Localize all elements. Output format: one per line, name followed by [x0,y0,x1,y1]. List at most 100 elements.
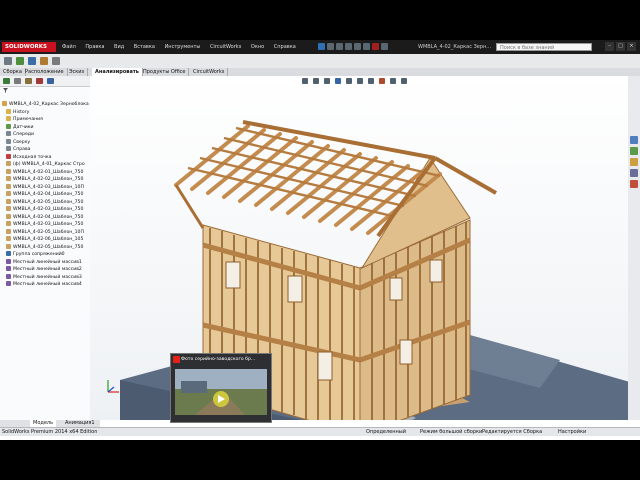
appearances-icon[interactable] [630,180,638,188]
menu-view[interactable]: Вид [114,44,124,50]
menu-tools[interactable]: Инструменты [165,44,201,50]
maximize-button[interactable]: □ [616,42,625,51]
tab-sketch[interactable]: Эскиз [66,68,89,76]
undo-icon[interactable] [354,43,361,50]
design-library-icon[interactable] [630,147,638,155]
settings-label[interactable]: Настройки [558,428,586,436]
tree-item[interactable]: WMBLA_4-02-04_Шаблон_750 [2,191,90,199]
solidworks-logo[interactable]: SOLIDWORKS [2,42,56,52]
tree-item[interactable]: WMBLA_4-02-02_Шаблон_750 [2,176,90,184]
move-component-icon[interactable] [52,57,60,65]
tree-item-label: WMBLA_4-02-06_Шаблон_105 [13,237,84,242]
tree-item[interactable]: Группа сопряжений0 [2,251,90,259]
part-icon [6,236,11,241]
part-icon [6,198,11,204]
tab-model[interactable]: Модель [30,420,57,427]
print-icon[interactable] [345,43,352,50]
display-manager-icon[interactable] [47,78,54,84]
video-title[interactable]: Фото серийно-заводского бр... [171,354,271,365]
command-manager-toolbar [0,54,640,69]
close-button[interactable]: × [627,42,636,51]
editing-status: Редактируется Сборка [482,429,543,435]
select-icon[interactable] [363,43,370,50]
open-icon[interactable] [327,43,334,50]
tree-item-label: Местный линейный массив4 [13,282,82,287]
video-popup[interactable]: Фото серийно-заводского бр... [170,353,272,423]
tree-item[interactable]: WMBLA_4-02-01_Шаблон_750 [2,168,90,177]
tree-item[interactable]: Местный линейный массив1 [2,258,90,267]
feature-tree-icon[interactable] [3,78,10,84]
feature-manager-panel: WMBLA_4-02_Каркас Зерноблока History Прим… [0,76,91,420]
tab-animation[interactable]: Анимация1 [62,420,98,427]
plane-icon [6,146,11,151]
tab-office-products[interactable]: Продукты Office [140,68,190,76]
tree-item[interactable]: Сверху [2,138,90,147]
tab-circuitworks[interactable]: CircuitWorks [190,68,229,76]
view-palette-icon[interactable] [630,169,638,177]
video-thumbnail[interactable] [175,369,267,415]
sensor-icon [6,123,11,129]
tree-item[interactable]: Местный линейный массив2 [2,266,90,274]
resources-icon[interactable] [630,136,638,144]
options-icon[interactable] [381,43,388,50]
menu-edit[interactable]: Правка [85,44,104,50]
part-icon [6,183,11,189]
insert-component-icon[interactable] [4,57,12,65]
tree-item[interactable]: History [2,108,90,117]
part-icon [6,191,11,196]
window-controls: – □ × [603,42,636,51]
tree-item[interactable]: (ф) WMBLA_4-01_Каркас Стро [2,161,90,169]
folder-icon [6,108,11,114]
menu-circuitworks[interactable]: CircuitWorks [210,44,241,50]
property-manager-icon[interactable] [14,78,21,84]
tree-item[interactable]: Исходная точка [2,153,90,162]
new-icon[interactable] [318,43,325,50]
rebuild-icon[interactable] [372,43,379,50]
tree-item[interactable]: WMBLA_4-02-05_Шаблон_750 [2,243,90,252]
save-icon[interactable] [336,43,343,50]
tree-item[interactable]: Примечания [2,116,90,124]
tree-item-label: Примечания [13,117,43,122]
tree-item[interactable]: WMBLA_4-02-04_Шаблон_750 [2,213,90,222]
tree-item[interactable]: WMBLA_4-02-05_Шаблон_750 [2,198,90,207]
part-icon [6,228,11,234]
tab-layout[interactable]: Расположение [22,68,68,76]
tree-item-label: Справа [13,147,31,152]
knowledge-search-input[interactable]: Поиск в базе знаний [496,43,592,51]
tree-item[interactable]: Справа [2,146,90,154]
menu-file[interactable]: Файл [62,44,76,50]
coordinate-triad [107,380,119,393]
menu-window[interactable]: Окно [251,44,264,50]
minimize-button[interactable]: – [605,42,614,51]
configuration-icon[interactable] [25,78,32,84]
smart-fasteners-icon[interactable] [40,57,48,65]
part-icon [6,161,11,166]
tree-item[interactable]: WMBLA_4-02-03_Шаблон_750 [2,221,90,229]
tree-root[interactable]: WMBLA_4-02_Каркас Зерноблока [2,101,90,109]
tree-item-label: WMBLA_4-02-03_Шаблон_10П [13,184,84,190]
tree-item[interactable]: Спереди [2,131,90,139]
tab-evaluate[interactable]: Анализировать [92,68,143,76]
tree-item[interactable]: WMBLA_4-02-03_Шаблон_750 [2,206,90,214]
menu-insert[interactable]: Вставка [134,44,155,50]
dimxpert-icon[interactable] [36,78,43,84]
tree-item-label: WMBLA_4-02-05_Шаблон_750 [13,244,84,250]
tree-item-label: (ф) WMBLA_4-01_Каркас Стро [13,162,85,167]
pattern-icon [6,281,11,286]
menu-bar: Файл Правка Вид Вставка Инструменты Circ… [62,40,304,54]
tree-item[interactable]: WMBLA_4-02-06_Шаблон_105 [2,236,90,244]
tree-item[interactable]: Датчики [2,123,90,132]
tree-item[interactable]: WMBLA_4-02-05_Шаблон_10П [2,228,90,237]
quick-access-toolbar [318,43,413,51]
tree-item[interactable]: WMBLA_4-02-03_Шаблон_10П [2,183,90,192]
tree-item-label: Местный линейный массив1 [13,259,82,265]
origin-icon [6,153,11,159]
tree-item[interactable]: Местный линейный массив4 [2,281,90,289]
pattern-icon[interactable] [28,57,36,65]
menu-help[interactable]: Справка [274,44,296,50]
filter-icon[interactable] [2,87,88,93]
file-explorer-icon[interactable] [630,158,638,166]
tree-item-label: WMBLA_4-02-05_Шаблон_750 [13,199,84,205]
tree-item[interactable]: Местный линейный массив3 [2,273,90,282]
mate-icon[interactable] [16,57,24,65]
